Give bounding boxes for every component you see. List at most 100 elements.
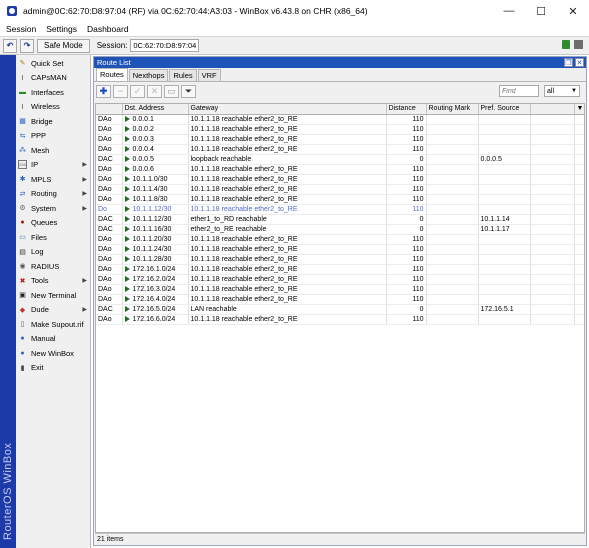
route-dst-address: 10.1.1.0/30 [122,174,189,185]
routes-table-container[interactable]: Dst. Address Gateway Distance Routing Ma… [95,103,585,533]
route-distance: 110 [386,194,427,205]
sidebar-item-wireless[interactable]: Ⅰ Wireless [16,100,90,115]
table-row[interactable]: DAo 0.0.0.4 10.1.1.18 reachable ether2_to_… [96,144,584,155]
sidebar-item-dude[interactable]: ◆ Dude ▶ [16,303,90,318]
table-row[interactable]: DAC 10.1.1.16/30 ether2_to_RE reachable 0 10… [96,224,584,235]
menu-settings[interactable]: Settings [46,24,77,34]
sidebar-item-quick-set[interactable]: ✎ Quick Set [16,56,90,71]
sidebar-item-new-terminal[interactable]: ▣ New Terminal [16,288,90,303]
cross-icon: ✕ [150,85,159,96]
close-button[interactable]: ✕ [557,0,589,22]
sidebar-item-ip[interactable]: 255 IP ▶ [16,158,90,173]
route-active-icon [124,205,130,212]
menu-dashboard[interactable]: Dashboard [87,24,129,34]
table-row[interactable]: DAo 10.1.1.20/30 10.1.1.18 reachable ether… [96,234,584,245]
filter-button[interactable]: ⏷ [181,84,196,98]
session-field[interactable]: 0C:62:70:D8:97:04 [130,39,200,52]
close-window-button[interactable]: ✕ [575,58,584,67]
sidebar-item-interfaces[interactable]: ▬ Interfaces [16,85,90,100]
sidebar-item-ppp[interactable]: ⇆ PPP [16,129,90,144]
route-active-icon [124,175,130,182]
sidebar-item-make-supout-rif[interactable]: ▯ Make Supout.rif [16,317,90,332]
sidebar-item-new-winbox[interactable]: ● New WinBox [16,346,90,361]
route-active-icon [124,245,130,252]
table-row[interactable]: DAo 0.0.0.6 10.1.1.18 reachable ether2_to_… [96,164,584,175]
safe-mode-button[interactable]: Safe Mode [37,38,90,53]
tab-vrf[interactable]: VRF [197,69,221,81]
sidebar-item-mesh[interactable]: ⁂ Mesh [16,143,90,158]
col-header-routing-mark[interactable]: Routing Mark [426,104,479,115]
table-row[interactable]: DAo 0.0.0.1 10.1.1.18 reachable ether2_to_… [96,114,584,125]
route-spacer-cell [574,294,584,305]
sidebar-item-system[interactable]: ⚙ System ▶ [16,201,90,216]
minus-icon: − [117,86,124,96]
table-row[interactable]: DAo 10.1.1.8/30 10.1.1.18 reachable ether2… [96,194,584,205]
menu-session[interactable]: Session [6,24,36,34]
table-row[interactable]: Do 10.1.1.12/30 10.1.1.18 reachable ether2… [96,204,584,215]
sidebar-item-exit[interactable]: ▮ Exit [16,361,90,376]
sidebar-item-manual[interactable]: ● Manual [16,332,90,347]
enable-button[interactable]: ✓ [130,84,145,98]
column-menu-button[interactable]: ▼ [574,104,584,115]
comment-button[interactable]: ▭ [164,84,179,98]
route-distance: 110 [386,144,427,155]
col-header-gateway[interactable]: Gateway [188,104,387,115]
table-row[interactable]: DAo 172.16.1.0/24 10.1.1.18 reachable ethe… [96,264,584,275]
table-row[interactable]: DAo 10.1.1.28/30 10.1.1.18 reachable ether… [96,254,584,265]
table-row[interactable]: DAo 172.16.6.0/24 10.1.1.18 reachable ethe… [96,314,584,325]
table-row[interactable]: DAC 0.0.0.5 loopback reachable 0 0.0.0.5 [96,154,584,165]
route-flags: DAC [96,154,123,165]
route-spacer-cell [574,244,584,255]
table-row[interactable]: DAo 10.1.1.0/30 10.1.1.18 reachable ether2… [96,174,584,185]
tab-nexthops[interactable]: Nexthops [128,69,169,81]
sidebar-item-queues[interactable]: ● Queues [16,216,90,231]
sidebar-item-radius[interactable]: ◉ RADIUS [16,259,90,274]
table-row[interactable]: DAo 10.1.1.4/30 10.1.1.18 reachable ether2… [96,184,584,195]
undo-icon: ↶ [6,41,14,50]
sidebar-item-tools[interactable]: ✖ Tools ▶ [16,274,90,289]
find-input[interactable] [499,85,539,97]
remove-button[interactable]: − [113,84,128,98]
route-flags: DAo [96,114,123,125]
dude-icon: ◆ [19,306,26,314]
sidebar-item-capsman[interactable]: Ⅰ CAPsMAN [16,71,90,86]
sidebar-item-files[interactable]: ▭ Files [16,230,90,245]
table-row[interactable]: DAo 0.0.0.3 10.1.1.18 reachable ether2_to_… [96,134,584,145]
route-gateway: 10.1.1.18 reachable ether2_to_RE [188,234,387,245]
table-row[interactable]: DAo 0.0.0.2 10.1.1.18 reachable ether2_to_… [96,124,584,135]
col-header-pref-source[interactable]: Pref. Source [478,104,531,115]
table-row[interactable]: DAC 10.1.1.12/30 ether1_to_RD reachable 0 10… [96,214,584,225]
table-row[interactable]: DAC 172.16.5.0/24 LAN reachable 0 172.16.5.1 [96,304,584,315]
table-row[interactable]: DAo 172.16.2.0/24 10.1.1.18 reachable ethe… [96,274,584,285]
disable-button[interactable]: ✕ [147,84,162,98]
route-dst-address: 172.16.4.0/24 [122,294,189,305]
col-header-distance[interactable]: Distance [386,104,427,115]
undo-button[interactable]: ↶ [3,38,17,53]
route-distance: 0 [386,214,427,225]
route-spacer-cell [530,284,575,295]
add-button[interactable]: ✚ [96,84,111,98]
tab-routes[interactable]: Routes [96,68,128,81]
maximize-button[interactable]: ☐ [525,0,557,22]
col-header-dst-address[interactable]: Dst. Address [122,104,189,115]
sidebar-item-routing[interactable]: ⇄ Routing ▶ [16,187,90,202]
filter-select[interactable]: all ▼ [544,85,580,97]
tab-rules[interactable]: Rules [169,69,197,81]
sidebar-item-bridge[interactable]: ▦ Bridge [16,114,90,129]
table-row[interactable]: DAo 172.16.3.0/24 10.1.1.18 reachable ethe… [96,284,584,295]
col-header-flags[interactable] [96,104,123,115]
submenu-arrow-icon: ▶ [82,176,87,183]
sidebar-item-label: CAPsMAN [31,73,67,83]
route-routing-mark [426,154,479,165]
sidebar-item-log[interactable]: ▤ Log [16,245,90,260]
restore-window-button[interactable]: ❐ [564,58,573,67]
table-row[interactable]: DAo 10.1.1.24/30 10.1.1.18 reachable ether… [96,244,584,255]
route-flags: DAo [96,234,123,245]
sidebar-item-mpls[interactable]: ✱ MPLS ▶ [16,172,90,187]
route-spacer-cell [574,284,584,295]
route-dst-address: 0.0.0.1 [122,114,189,125]
table-row[interactable]: DAo 172.16.4.0/24 10.1.1.18 reachable ethe… [96,294,584,305]
minimize-button[interactable]: — [493,0,525,22]
item-count: 21 items [97,535,124,543]
redo-button[interactable]: ↷ [20,38,34,53]
